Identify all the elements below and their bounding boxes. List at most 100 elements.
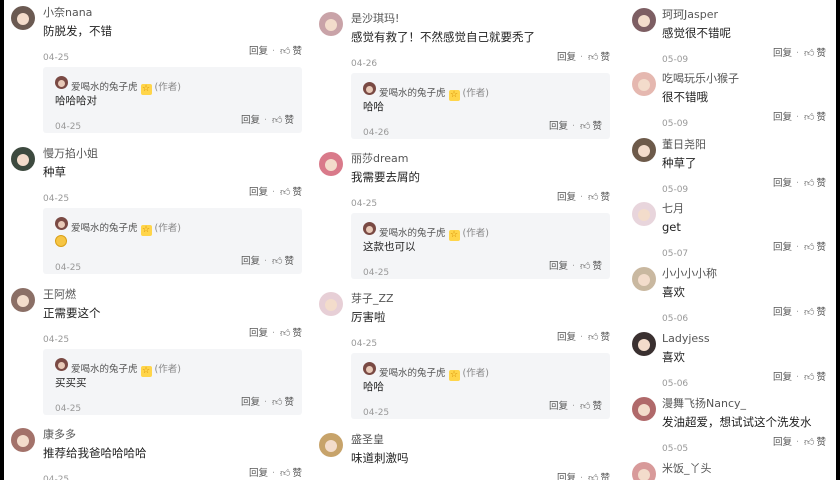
author-name[interactable]: 爱喝水的兔子虎 xyxy=(71,364,138,375)
comment-username[interactable]: 珂珂Jasper xyxy=(662,8,836,22)
author-name[interactable]: 爱喝水的兔子虎 xyxy=(71,82,138,93)
thumbs-up-icon[interactable]: 👍︎ xyxy=(588,191,598,205)
like-button[interactable]: 赞 xyxy=(816,111,826,125)
reply-button[interactable]: 回复 xyxy=(241,114,260,128)
reply-button[interactable]: 回复 xyxy=(557,191,576,205)
thumbs-up-icon[interactable]: 👍︎ xyxy=(280,186,290,200)
reply-button[interactable]: 回复 xyxy=(241,396,260,410)
reply-button[interactable]: 回复 xyxy=(241,255,260,269)
author-avatar[interactable] xyxy=(55,76,68,89)
thumbs-up-icon[interactable]: 👍︎ xyxy=(280,45,290,59)
like-button[interactable]: 赞 xyxy=(600,472,610,480)
avatar[interactable] xyxy=(11,6,35,30)
like-button[interactable]: 赞 xyxy=(816,436,826,450)
thumbs-up-icon[interactable]: 👍︎ xyxy=(580,120,590,134)
thumbs-up-icon[interactable]: 👍︎ xyxy=(804,436,814,450)
reply-button[interactable]: 回复 xyxy=(557,51,576,65)
avatar[interactable] xyxy=(319,12,343,36)
comment-username[interactable]: 王阿燃 xyxy=(43,288,312,302)
reply-button[interactable]: 回复 xyxy=(249,327,268,341)
comment-username[interactable]: 盛圣皇 xyxy=(351,433,620,447)
like-button[interactable]: 赞 xyxy=(292,186,302,200)
like-button[interactable]: 赞 xyxy=(592,260,602,274)
like-button[interactable]: 赞 xyxy=(292,327,302,341)
like-button[interactable]: 赞 xyxy=(600,51,610,65)
author-name[interactable]: 爱喝水的兔子虎 xyxy=(71,223,138,234)
reply-button[interactable]: 回复 xyxy=(773,177,792,191)
like-button[interactable]: 赞 xyxy=(592,120,602,134)
author-avatar[interactable] xyxy=(363,362,376,375)
thumbs-up-icon[interactable]: 👍︎ xyxy=(804,111,814,125)
reply-button[interactable]: 回复 xyxy=(557,472,576,480)
like-button[interactable]: 赞 xyxy=(292,467,302,480)
reply-button[interactable]: 回复 xyxy=(549,260,568,274)
comment-username[interactable]: Ladyjess xyxy=(662,332,836,346)
like-button[interactable]: 赞 xyxy=(816,306,826,320)
author-name[interactable]: 爱喝水的兔子虎 xyxy=(379,88,446,99)
avatar[interactable] xyxy=(11,428,35,452)
thumbs-up-icon[interactable]: 👍︎ xyxy=(588,331,598,345)
author-name[interactable]: 爱喝水的兔子虎 xyxy=(379,228,446,239)
avatar[interactable] xyxy=(632,332,656,356)
like-button[interactable]: 赞 xyxy=(292,45,302,59)
avatar[interactable] xyxy=(632,267,656,291)
like-button[interactable]: 赞 xyxy=(816,47,826,61)
like-button[interactable]: 赞 xyxy=(600,331,610,345)
comment-username[interactable]: 小奈nana xyxy=(43,6,312,20)
comment-username[interactable]: 是沙琪玛! xyxy=(351,12,620,26)
avatar[interactable] xyxy=(11,288,35,312)
reply-button[interactable]: 回复 xyxy=(773,436,792,450)
thumbs-up-icon[interactable]: 👍︎ xyxy=(580,400,590,414)
like-button[interactable]: 赞 xyxy=(816,177,826,191)
avatar[interactable] xyxy=(632,8,656,32)
comment-username[interactable]: 董日尧阳 xyxy=(662,138,836,152)
reply-button[interactable]: 回复 xyxy=(249,467,268,480)
like-button[interactable]: 赞 xyxy=(816,371,826,385)
thumbs-up-icon[interactable]: 👍︎ xyxy=(280,467,290,480)
reply-button[interactable]: 回复 xyxy=(549,400,568,414)
reply-button[interactable]: 回复 xyxy=(773,371,792,385)
comment-username[interactable]: 慢万掐小姐 xyxy=(43,147,312,161)
thumbs-up-icon[interactable]: 👍︎ xyxy=(804,47,814,61)
thumbs-up-icon[interactable]: 👍︎ xyxy=(280,327,290,341)
avatar[interactable] xyxy=(632,397,656,421)
reply-button[interactable]: 回复 xyxy=(557,331,576,345)
like-button[interactable]: 赞 xyxy=(600,191,610,205)
avatar[interactable] xyxy=(632,202,656,226)
like-button[interactable]: 赞 xyxy=(284,255,294,269)
author-name[interactable]: 爱喝水的兔子虎 xyxy=(379,368,446,379)
reply-button[interactable]: 回复 xyxy=(549,120,568,134)
thumbs-up-icon[interactable]: 👍︎ xyxy=(272,255,282,269)
comment-username[interactable]: 芽子_ZZ xyxy=(351,292,620,306)
author-avatar[interactable] xyxy=(55,358,68,371)
comment-username[interactable]: 米饭_丫头 xyxy=(662,462,836,476)
comment-username[interactable]: 吃喝玩乐小猴子 xyxy=(662,72,836,86)
thumbs-up-icon[interactable]: 👍︎ xyxy=(580,260,590,274)
like-button[interactable]: 赞 xyxy=(816,241,826,255)
reply-button[interactable]: 回复 xyxy=(249,186,268,200)
like-button[interactable]: 赞 xyxy=(284,114,294,128)
reply-button[interactable]: 回复 xyxy=(249,45,268,59)
reply-button[interactable]: 回复 xyxy=(773,241,792,255)
reply-button[interactable]: 回复 xyxy=(773,306,792,320)
comment-username[interactable]: 康多多 xyxy=(43,428,312,442)
author-avatar[interactable] xyxy=(55,217,68,230)
like-button[interactable]: 赞 xyxy=(284,396,294,410)
comment-username[interactable]: 漫舞飞扬Nancy_ xyxy=(662,397,836,411)
avatar[interactable] xyxy=(632,462,656,480)
comment-username[interactable]: 小小小小称 xyxy=(662,267,836,281)
comment-username[interactable]: 丽莎dream xyxy=(351,152,620,166)
avatar[interactable] xyxy=(632,72,656,96)
thumbs-up-icon[interactable]: 👍︎ xyxy=(272,396,282,410)
reply-button[interactable]: 回复 xyxy=(773,111,792,125)
avatar[interactable] xyxy=(11,147,35,171)
avatar[interactable] xyxy=(319,433,343,457)
thumbs-up-icon[interactable]: 👍︎ xyxy=(588,472,598,480)
reply-button[interactable]: 回复 xyxy=(773,47,792,61)
avatar[interactable] xyxy=(319,152,343,176)
author-avatar[interactable] xyxy=(363,222,376,235)
thumbs-up-icon[interactable]: 👍︎ xyxy=(804,177,814,191)
author-avatar[interactable] xyxy=(363,82,376,95)
avatar[interactable] xyxy=(632,138,656,162)
thumbs-up-icon[interactable]: 👍︎ xyxy=(804,241,814,255)
